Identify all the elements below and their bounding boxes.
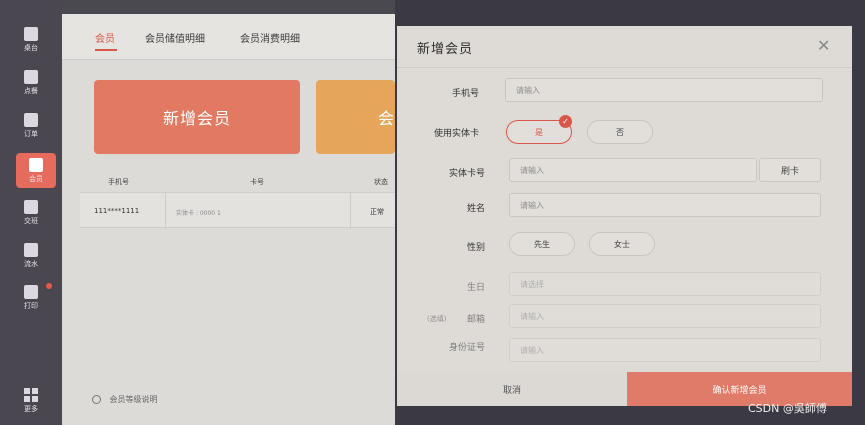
column-header-card-no: 卡号 xyxy=(250,178,264,186)
use-card-label: 使用实体卡 xyxy=(433,129,479,139)
birthday-placeholder: 请选择 xyxy=(520,280,544,289)
sidebar-item-label: 打印 xyxy=(24,302,38,310)
column-header-phone: 手机号 xyxy=(108,178,129,186)
swipe-card-label: 刷卡 xyxy=(780,167,799,177)
grid-icon xyxy=(24,388,38,402)
second-action-card[interactable]: 会 xyxy=(316,80,395,154)
tab-bar: 会员 会员储值明细 会员消费明细 xyxy=(62,14,395,60)
birthday-picker[interactable]: 请选择 xyxy=(509,272,821,296)
order-icon xyxy=(24,70,38,84)
member-page: 会员 会员储值明细 会员消费明细 新增会员 会 手机号 卡号 状态 111***… xyxy=(62,14,395,425)
name-input[interactable]: 请输入 xyxy=(509,193,821,217)
tab-consumption-details[interactable]: 会员消费明细 xyxy=(240,30,300,45)
cancel-button[interactable]: 取消 xyxy=(397,372,627,406)
sidebar: 桌台 点餐 订单 会员 交班 流水 打印 更多 xyxy=(0,0,62,425)
watermark-text: CSDN @吳師傅 xyxy=(748,402,827,415)
email-placeholder: 请输入 xyxy=(520,312,544,321)
photo-frame: 桌台 点餐 订单 会员 交班 流水 打印 更多 会员 会员储值明细 会员消费明细… xyxy=(0,0,865,425)
search-icon xyxy=(92,395,101,404)
swipe-card-button[interactable]: 刷卡 xyxy=(759,158,821,182)
tab-stored-value-details[interactable]: 会员储值明细 xyxy=(145,30,205,45)
sidebar-item-table[interactable]: 桌台 xyxy=(0,27,62,53)
sidebar-item-label: 订单 xyxy=(24,130,38,138)
table-row[interactable]: 111****1111 实体卡 : 0000 1 正常 xyxy=(80,192,395,229)
option-yes-label: 是 xyxy=(535,128,543,137)
sidebar-item-order[interactable]: 点餐 xyxy=(0,70,62,96)
member-table-header: 手机号 卡号 状态 xyxy=(62,170,395,192)
sidebar-item-members[interactable]: 会员 xyxy=(16,153,56,188)
sidebar-item-ledger[interactable]: 流水 xyxy=(0,243,62,269)
card-number-placeholder: 请输入 xyxy=(520,166,544,175)
sidebar-item-handover[interactable]: 交班 xyxy=(0,200,62,226)
sidebar-item-print[interactable]: 打印 xyxy=(0,283,62,311)
gender-female-label: 女士 xyxy=(614,240,630,249)
sidebar-item-label: 点餐 xyxy=(24,87,38,95)
gender-label: 性别 xyxy=(466,243,485,253)
notification-dot xyxy=(46,283,52,289)
receipt-icon xyxy=(24,113,38,127)
name-placeholder: 请输入 xyxy=(520,201,544,210)
cell-phone: 111****1111 xyxy=(94,207,140,215)
option-no-label: 否 xyxy=(616,128,624,137)
cell-divider xyxy=(350,193,351,229)
sidebar-item-label: 桌台 xyxy=(24,44,38,52)
phone-input[interactable]: 请输入 xyxy=(505,78,823,102)
phone-label: 手机号 xyxy=(451,89,479,99)
check-icon: ✓ xyxy=(559,115,572,128)
email-input[interactable]: 请输入 xyxy=(509,304,821,328)
member-content: 新增会员 会 手机号 卡号 状态 111****1111 实体卡 : 0000 … xyxy=(62,66,395,425)
column-header-status: 状态 xyxy=(374,178,388,186)
sidebar-item-label: 会员 xyxy=(29,175,43,183)
id-number-label: 身份证号 xyxy=(448,343,485,353)
cell-card-no: 实体卡 : 0000 1 xyxy=(176,210,221,217)
id-number-placeholder: 请输入 xyxy=(520,346,544,355)
add-member-card[interactable]: 新增会员 xyxy=(94,80,300,154)
handover-icon xyxy=(24,200,38,214)
sidebar-more-label: 更多 xyxy=(24,405,38,413)
card-number-label: 实体卡号 xyxy=(448,169,485,179)
dialog-header: 新增会员 ✕ xyxy=(397,26,852,68)
tab-members[interactable]: 会员 xyxy=(95,30,115,45)
member-level-link-label: 会员等级说明 xyxy=(109,395,158,404)
gender-female-option[interactable]: 女士 xyxy=(589,232,655,256)
cell-divider xyxy=(165,193,166,229)
sidebar-item-label: 交班 xyxy=(24,217,38,225)
member-level-link[interactable]: 会员等级说明 xyxy=(92,394,158,405)
cell-status: 正常 xyxy=(370,208,384,216)
gender-male-label: 先生 xyxy=(534,240,550,249)
add-member-card-label: 新增会员 xyxy=(162,109,231,128)
add-member-dialog: 新增会员 ✕ 手机号 请输入 使用实体卡 是 ✓ 否 实体卡号 请输入 刷卡 姓… xyxy=(397,26,852,406)
use-card-no-option[interactable]: 否 xyxy=(587,120,653,144)
phone-placeholder: 请输入 xyxy=(516,86,540,95)
name-label: 姓名 xyxy=(466,204,485,214)
active-tab-indicator xyxy=(95,49,117,51)
card-number-input[interactable]: 请输入 xyxy=(509,158,757,182)
id-number-input[interactable]: 请输入 xyxy=(509,338,821,362)
sidebar-item-label: 流水 xyxy=(24,260,38,268)
ledger-icon xyxy=(24,243,38,257)
email-label: 邮箱 xyxy=(466,315,485,325)
gender-male-option[interactable]: 先生 xyxy=(509,232,575,256)
dialog-title: 新增会员 xyxy=(417,42,474,57)
member-icon xyxy=(29,158,43,172)
second-action-card-label: 会 xyxy=(378,109,396,128)
use-card-yes-option[interactable]: 是 ✓ xyxy=(506,115,572,144)
printer-icon xyxy=(24,285,38,299)
birthday-label: 生日 xyxy=(466,283,485,293)
sidebar-more[interactable]: 更多 xyxy=(20,388,42,414)
sidebar-item-bills[interactable]: 订单 xyxy=(0,113,62,139)
close-icon[interactable]: ✕ xyxy=(817,36,830,55)
table-icon xyxy=(24,27,38,41)
